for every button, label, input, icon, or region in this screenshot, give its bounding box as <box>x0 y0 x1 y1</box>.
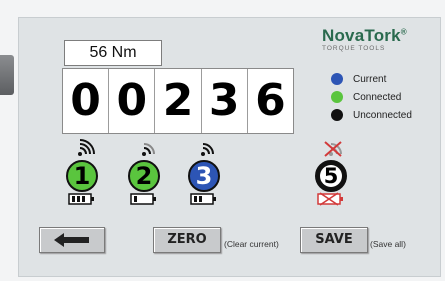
arrow-left-icon <box>54 233 89 247</box>
torque-display: 56 Nm <box>64 40 162 66</box>
tool-3-status[interactable]: 3 <box>186 136 226 206</box>
zero-button[interactable]: ZERO <box>153 227 221 253</box>
tool-5-status[interactable]: 5 <box>313 136 353 206</box>
legend-label: Unconnected <box>353 109 412 121</box>
save-button[interactable]: SAVE <box>300 227 368 253</box>
count-digit: 0 <box>109 69 156 133</box>
tool-1-status[interactable]: 1 <box>64 136 104 206</box>
brand-logo: NovaTork® TORQUE TOOLS <box>322 26 432 52</box>
count-digit: 2 <box>155 69 202 133</box>
unconnected-dot-icon <box>331 109 343 121</box>
legend-label: Connected <box>353 91 402 103</box>
brand-tagline: TORQUE TOOLS <box>322 45 386 52</box>
battery-icon <box>68 193 94 205</box>
battery-icon <box>190 193 216 205</box>
back-button[interactable] <box>39 227 105 253</box>
count-digit: 0 <box>63 69 110 133</box>
connected-dot-icon <box>331 91 343 103</box>
status-legend: Current Connected Unconnected <box>331 70 412 124</box>
count-digit: 6 <box>255 75 286 126</box>
current-dot-icon <box>331 73 343 85</box>
device-bezel <box>0 55 14 95</box>
legend-item-connected: Connected <box>331 88 412 106</box>
save-hint: (Save all) <box>370 239 406 249</box>
count-digit: 3 <box>202 69 248 133</box>
legend-item-unconnected: Unconnected <box>331 106 412 124</box>
tool-2-status[interactable]: 2 <box>126 136 166 206</box>
battery-icon <box>130 193 156 205</box>
device-screen: 56 Nm NovaTork® TORQUE TOOLS 0 0 2 3 6 C… <box>18 17 441 277</box>
brand-name: NovaTork <box>322 26 401 45</box>
battery-empty-icon <box>317 192 343 206</box>
legend-label: Current <box>353 73 387 85</box>
count-display: 0 0 2 3 6 <box>62 68 294 134</box>
registered-mark: ® <box>400 27 407 37</box>
legend-item-current: Current <box>331 70 412 88</box>
zero-hint: (Clear current) <box>224 239 279 249</box>
